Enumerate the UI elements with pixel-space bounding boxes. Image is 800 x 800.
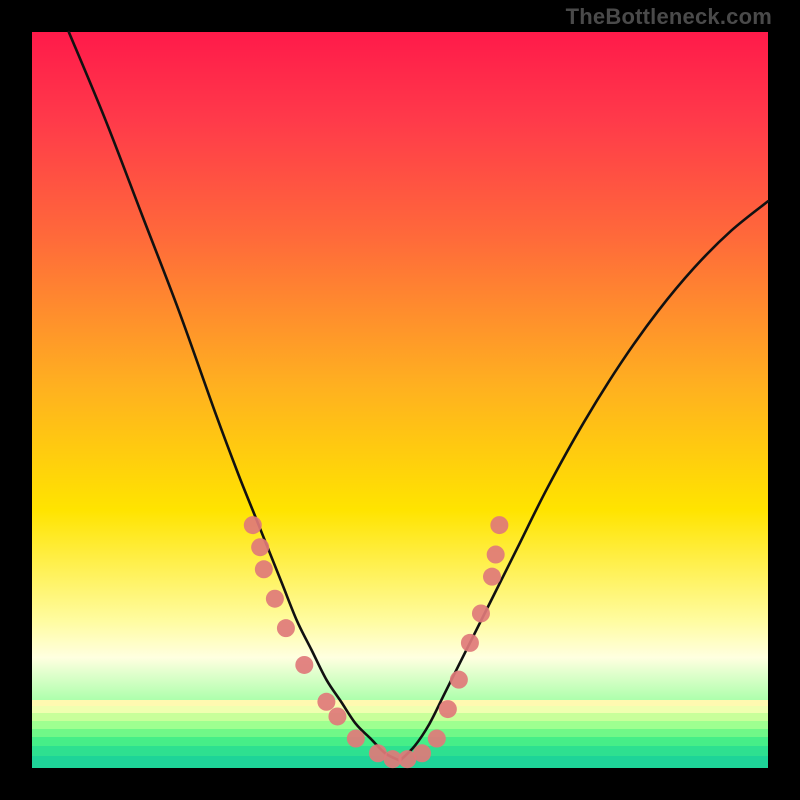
data-marker (487, 546, 505, 564)
chart-svg (32, 32, 768, 768)
data-marker (490, 516, 508, 534)
data-marker (244, 516, 262, 534)
data-marker (450, 671, 468, 689)
data-marker (461, 634, 479, 652)
marker-layer (244, 516, 509, 768)
data-marker (347, 730, 365, 748)
data-marker (413, 744, 431, 762)
curve-layer (69, 32, 768, 761)
data-marker (277, 619, 295, 637)
curve-left-curve (69, 32, 400, 761)
data-marker (439, 700, 457, 718)
data-marker (251, 538, 269, 556)
watermark-text: TheBottleneck.com (566, 4, 772, 30)
data-marker (266, 590, 284, 608)
data-marker (483, 568, 501, 586)
data-marker (472, 604, 490, 622)
data-marker (295, 656, 313, 674)
data-marker (328, 707, 346, 725)
data-marker (428, 730, 446, 748)
plot-area (32, 32, 768, 768)
data-marker (255, 560, 273, 578)
chart-stage: TheBottleneck.com (0, 0, 800, 800)
data-marker (317, 693, 335, 711)
